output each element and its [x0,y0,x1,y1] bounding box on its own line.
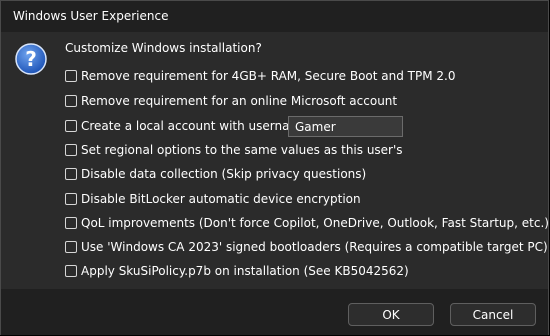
option-bypass-online-account[interactable]: Remove requirement for an online Microso… [65,92,397,110]
option-label[interactable]: Disable BitLocker automatic device encry… [81,192,361,206]
option-label[interactable]: Apply SkuSiPolicy.p7b on installation (S… [81,264,409,278]
checkbox[interactable] [65,193,77,205]
checkbox[interactable] [65,241,77,253]
checkbox[interactable] [65,265,77,277]
option-windows-ca-2023-bootloaders[interactable]: Use 'Windows CA 2023' signed bootloaders… [65,238,548,256]
option-create-local-account[interactable]: Create a local account with username: [65,117,313,135]
option-label[interactable]: Remove requirement for an online Microso… [81,94,397,108]
option-label[interactable]: Set regional options to the same values … [81,143,403,157]
option-disable-data-collection[interactable]: Disable data collection (Skip privacy qu… [65,165,366,183]
option-apply-skusipolicy[interactable]: Apply SkuSiPolicy.p7b on installation (S… [65,262,409,280]
checkbox[interactable] [65,144,77,156]
option-bypass-hardware-requirements[interactable]: Remove requirement for 4GB+ RAM, Secure … [65,67,455,85]
title-bar[interactable]: Windows User Experience [1,1,548,32]
checkbox[interactable] [65,217,77,229]
option-regional-settings[interactable]: Set regional options to the same values … [65,141,403,159]
option-label[interactable]: Use 'Windows CA 2023' signed bootloaders… [81,240,548,254]
svg-text:?: ? [25,47,37,71]
option-label[interactable]: Disable data collection (Skip privacy qu… [81,167,366,181]
checkbox[interactable] [65,95,77,107]
username-input[interactable] [288,116,403,137]
checkbox[interactable] [65,168,77,180]
ok-button[interactable]: OK [348,303,434,326]
option-disable-bitlocker[interactable]: Disable BitLocker automatic device encry… [65,190,361,208]
option-qol-improvements[interactable]: QoL improvements (Don't force Copilot, O… [65,214,549,232]
window-title: Windows User Experience [13,9,169,23]
option-label[interactable]: Create a local account with username: [81,119,313,133]
dialog-prompt: Customize Windows installation? [65,41,262,55]
checkbox[interactable] [65,70,77,82]
cancel-button[interactable]: Cancel [450,303,536,326]
option-label[interactable]: QoL improvements (Don't force Copilot, O… [81,216,549,230]
question-icon: ? [15,43,47,75]
checkbox[interactable] [65,120,77,132]
option-label[interactable]: Remove requirement for 4GB+ RAM, Secure … [81,69,455,83]
windows-user-experience-dialog: Windows User Experience ? Customize Wind… [0,0,549,335]
